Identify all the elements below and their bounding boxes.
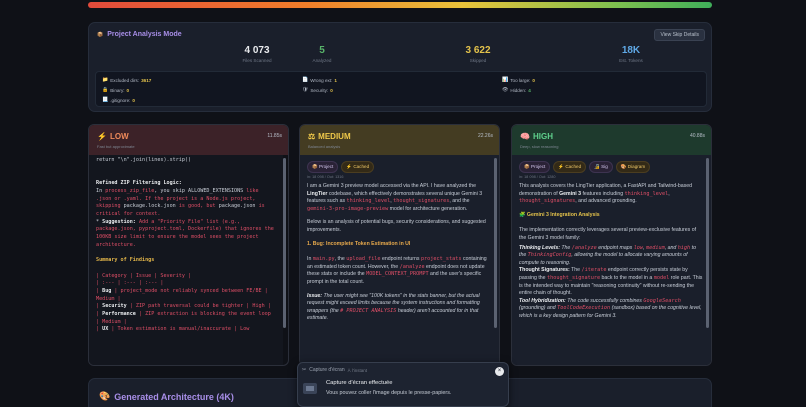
analysis-text: I am a Gemini 3 preview model accessed v…	[307, 183, 491, 329]
architecture-title: 🎨 Generated Architecture (4K)	[99, 391, 234, 402]
stat-label: Skipped	[469, 58, 487, 63]
lock-icon: 🔒	[102, 87, 109, 93]
notification-header: ✂ Capture d'écran À l'instant	[302, 367, 367, 373]
scrollbar[interactable]	[283, 158, 286, 328]
tag-list: 📦 Project ⚡ Cached	[307, 161, 375, 173]
progress-bar	[88, 2, 712, 8]
screenshot-notification[interactable]: ✂ Capture d'écran À l'instant × Capture …	[297, 362, 509, 407]
section-heading: 🧩 Gemini 3 Integration Analysis	[519, 211, 600, 218]
column-medium: ⚖ MEDIUM Balanced analysis 22.26s 📦 Proj…	[299, 124, 500, 366]
tag-sig: 🔏 Sig	[589, 161, 613, 173]
panel-title-text: Project Analysis Mode	[107, 31, 182, 38]
brain-icon: 🧠	[520, 132, 530, 141]
scrollbar[interactable]	[494, 158, 497, 328]
screenshot-icon: ✂	[302, 367, 307, 373]
tag-project: 📦 Project	[519, 161, 551, 173]
code-output: return "\n".join(lines).strip() Refined …	[89, 155, 283, 365]
puzzle-icon: 🧩	[519, 211, 526, 218]
balance-icon: ⚖	[308, 132, 316, 141]
folder-icon: 📁	[102, 77, 109, 83]
detail-gitignore: 📃 .gitignore: 0	[102, 97, 135, 103]
palette-icon: 🎨	[99, 391, 111, 401]
stat-skipped: 3 622 Skipped	[418, 45, 538, 63]
detail-wrong-ext: 📄 Wrong ext: 1	[302, 77, 337, 83]
skip-details: 📁 Excluded dirs: 3617 📄 Wrong ext: 1 📊 T…	[95, 71, 707, 107]
notification-title: Capture d'écran effectuée	[326, 380, 393, 386]
detail-excluded: 📁 Excluded dirs: 3617	[102, 77, 152, 83]
stat-label: Analyzed	[312, 58, 332, 63]
tag-project: 📦 Project	[307, 161, 339, 173]
view-skip-details-button[interactable]: View Skip Details	[654, 29, 705, 41]
token-count: in: 18 098 / Out: 1316	[307, 175, 344, 179]
tag-cached: ⚡ Cached	[553, 161, 587, 173]
app-root: 📦 Project Analysis Mode View Skip Detail…	[0, 0, 806, 407]
column-time: 11.85s	[267, 133, 282, 139]
chart-icon: 📊	[502, 77, 509, 83]
document-icon: 📃	[102, 97, 109, 103]
column-subtitle: Balanced analysis	[308, 144, 341, 149]
shield-icon: 🛡	[302, 87, 309, 93]
stat-est-tokens: 18K Est. Tokens	[571, 45, 691, 63]
tag-list: 📦 Project ⚡ Cached 🔏 Sig 🎨 Diagram	[519, 161, 651, 173]
column-time: 40.88s	[689, 133, 705, 139]
detail-too-large: 📊 Too large: 0	[502, 77, 535, 83]
detail-security: 🛡 Security: 0	[302, 87, 333, 93]
token-count: in: 18 098 / Out: 1280	[519, 175, 556, 179]
column-subtitle: Fast but approximate	[97, 144, 135, 149]
stat-value: 18K	[621, 45, 641, 56]
stat-label: Est. Tokens	[619, 58, 643, 63]
panel-title: 📦 Project Analysis Mode	[97, 31, 182, 38]
column-low: ⚡ LOW Fast but approximate 11.85s return…	[88, 124, 289, 366]
column-title: ⚖ MEDIUM	[308, 132, 351, 141]
stat-analyzed: 5 Analyzed	[262, 45, 382, 63]
stat-value: 3 622	[465, 45, 491, 56]
close-icon[interactable]: ×	[495, 367, 504, 376]
eye-icon: 👁	[502, 87, 509, 93]
notification-message: Vous pouvez coller l'image depuis le pre…	[326, 390, 452, 396]
column-time: 22.26s	[477, 133, 493, 139]
lightning-icon: ⚡	[97, 132, 107, 141]
column-high: 🧠 HIGH Deep, slow reasoning 40.88s 📦 Pro…	[511, 124, 712, 366]
stat-value: 5	[319, 45, 325, 56]
scrollbar[interactable]	[706, 158, 709, 328]
column-header: ⚖ MEDIUM Balanced analysis 22.26s	[300, 125, 499, 155]
package-icon: 📦	[97, 31, 104, 38]
screenshot-thumbnail	[303, 383, 317, 394]
column-header: 🧠 HIGH Deep, slow reasoning 40.88s	[512, 125, 711, 155]
column-title: ⚡ LOW	[97, 132, 129, 141]
column-subtitle: Deep, slow reasoning	[520, 144, 559, 149]
file-icon: 📄	[302, 77, 309, 83]
project-analysis-panel: 📦 Project Analysis Mode View Skip Detail…	[88, 22, 712, 112]
column-header: ⚡ LOW Fast but approximate 11.85s	[89, 125, 288, 155]
section-heading: 1. Bug: Incomplete Token Estimation in U…	[307, 240, 411, 247]
analysis-text: This analysis covers the LingTier applic…	[519, 183, 703, 319]
detail-hidden: 👁 Hidden: 4	[502, 87, 531, 93]
tag-cached: ⚡ Cached	[341, 161, 375, 173]
detail-binary: 🔒 Binary: 0	[102, 87, 130, 93]
tag-diagram: 🎨 Diagram	[615, 161, 651, 173]
column-title: 🧠 HIGH	[520, 132, 553, 141]
